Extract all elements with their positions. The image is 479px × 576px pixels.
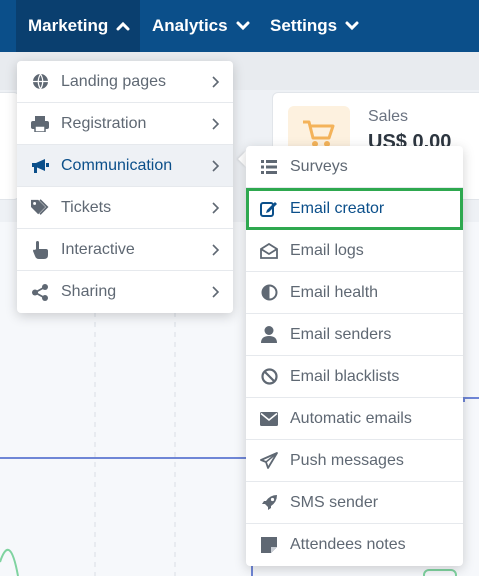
- menu-item-sms-sender[interactable]: SMS sender: [246, 482, 463, 524]
- menu-item-label: Email health: [290, 283, 379, 301]
- chevron-down-icon: [235, 18, 251, 34]
- menu-item-label: Email blacklists: [290, 367, 400, 385]
- printer-icon: [31, 115, 49, 133]
- hand-pointer-icon: [31, 240, 49, 259]
- chevron-right-icon: [211, 157, 221, 175]
- submenu-caret: [238, 151, 246, 167]
- nav-marketing-label: Marketing: [28, 16, 109, 35]
- sales-label: Sales: [368, 108, 409, 125]
- menu-item-label: Email senders: [290, 325, 392, 343]
- rocket-icon: [260, 494, 278, 512]
- menu-item-attendees-notes[interactable]: Attendees notes: [246, 524, 463, 566]
- menu-item-email-logs[interactable]: Email logs: [246, 230, 463, 272]
- menu-item-tickets[interactable]: Tickets: [17, 187, 233, 229]
- menu-item-interactive[interactable]: Interactive: [17, 229, 233, 271]
- menu-item-email-senders[interactable]: Email senders: [246, 314, 463, 356]
- menu-item-landing-pages[interactable]: Landing pages: [17, 61, 233, 103]
- list-icon: [260, 158, 278, 176]
- user-icon: [260, 326, 278, 344]
- chevron-right-icon: [211, 73, 221, 91]
- menu-item-email-creator[interactable]: Email creator: [246, 188, 463, 230]
- envelope-icon: [260, 410, 278, 428]
- menu-item-label: Registration: [61, 114, 147, 132]
- menu-item-surveys[interactable]: Surveys: [246, 146, 463, 188]
- menu-item-sharing[interactable]: Sharing: [17, 271, 233, 313]
- menu-item-label: Push messages: [290, 451, 404, 469]
- menu-item-label: Attendees notes: [290, 536, 406, 553]
- nav-analytics-label: Analytics: [152, 16, 228, 35]
- menu-item-label: SMS sender: [290, 493, 379, 511]
- chevron-right-icon: [211, 115, 221, 133]
- chevron-right-icon: [211, 241, 221, 259]
- chevron-right-icon: [211, 199, 221, 217]
- menu-item-email-health[interactable]: Email health: [246, 272, 463, 314]
- envelope-open-icon: [260, 242, 278, 260]
- note-icon: [260, 536, 278, 554]
- chevron-right-icon: [211, 283, 221, 301]
- ban-icon: [260, 368, 278, 386]
- tags-icon: [31, 199, 49, 217]
- top-navigation-bar: Marketing Analytics Settings: [0, 0, 479, 52]
- chevron-up-icon: [115, 18, 131, 34]
- menu-item-label: Surveys: [290, 157, 348, 175]
- menu-item-label: Landing pages: [61, 72, 166, 90]
- share-icon: [31, 283, 49, 301]
- megaphone-icon: [31, 157, 49, 175]
- menu-item-label: Communication: [61, 156, 173, 174]
- communication-submenu: Surveys Email creator Email logs Email h…: [246, 146, 463, 566]
- menu-item-registration[interactable]: Registration: [17, 103, 233, 145]
- menu-item-label: Automatic emails: [290, 409, 412, 427]
- nav-marketing[interactable]: Marketing: [16, 0, 140, 52]
- edit-icon: [260, 200, 278, 218]
- paper-plane-icon: [260, 452, 278, 470]
- chevron-down-icon: [344, 18, 360, 34]
- half-circle-icon: [260, 284, 278, 302]
- menu-item-communication[interactable]: Communication: [17, 145, 233, 187]
- menu-item-label: Tickets: [61, 198, 112, 216]
- marketing-dropdown-menu: Landing pages Registration Communication…: [17, 61, 233, 313]
- menu-item-email-blacklists[interactable]: Email blacklists: [246, 356, 463, 398]
- menu-item-label: Sharing: [61, 283, 117, 300]
- globe-icon: [31, 73, 49, 91]
- menu-item-push-messages[interactable]: Push messages: [246, 440, 463, 482]
- menu-item-label: Interactive: [61, 240, 135, 258]
- menu-item-label: Email logs: [290, 241, 364, 259]
- menu-item-label: Email creator: [290, 199, 385, 217]
- nav-settings-label: Settings: [270, 16, 338, 35]
- menu-item-automatic-emails[interactable]: Automatic emails: [246, 398, 463, 440]
- nav-settings[interactable]: Settings: [270, 0, 360, 52]
- nav-analytics[interactable]: Analytics: [152, 0, 251, 52]
